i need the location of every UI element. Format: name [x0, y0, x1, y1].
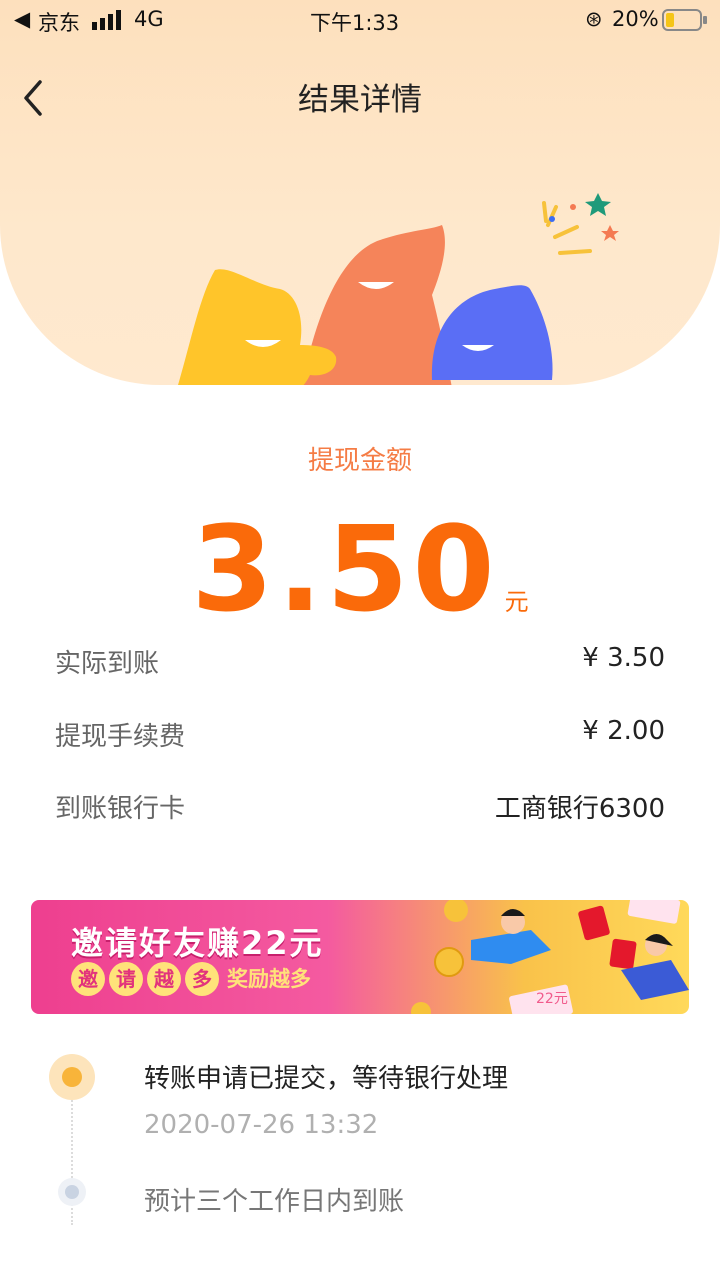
detail-row-actual: 实际到账 ¥ 3.50: [55, 643, 665, 683]
banner-title: 邀请好友赚22元: [71, 924, 324, 962]
mascots-illustration: [178, 193, 619, 385]
detail-label: 提现手续费: [55, 722, 186, 752]
status-time: 下午1:33: [310, 11, 400, 35]
detail-value: ¥ 2.00: [582, 716, 665, 746]
amount-unit: 元: [504, 588, 529, 616]
amount-label: 提现金额: [307, 446, 412, 476]
banner-pill: 越: [147, 962, 181, 996]
status-bar: ◀ 京东 4G 下午1:33 ⊛ 20%: [0, 0, 720, 40]
timeline-step-text: 转账申请已提交，等待银行处理: [144, 1064, 509, 1094]
signal-icon: [92, 10, 121, 30]
page-title: 结果详情: [298, 82, 422, 118]
detail-row-bank: 到账银行卡 工商银行6300: [55, 788, 665, 828]
status-battery-text: 20%: [612, 7, 659, 31]
rotation-lock-icon: ⊛: [585, 7, 603, 31]
timeline-active-dot-core: [62, 1067, 82, 1087]
banner-subtitle: 邀请越多奖励越多: [71, 962, 311, 1002]
banner-ticket-text: 22元: [536, 991, 568, 1007]
banner-pill: 邀: [71, 962, 105, 996]
amount-display: 3.50 元: [0, 500, 720, 638]
timeline-step-time: 2020-07-26 13:32: [144, 1110, 379, 1140]
fireworks-icon: [542, 193, 619, 255]
status-network: 4G: [134, 7, 164, 31]
detail-value: 工商银行6300: [494, 794, 665, 824]
timeline-pending-dot-core: [65, 1185, 79, 1199]
detail-value: ¥ 3.50: [582, 643, 665, 673]
detail-label: 到账银行卡: [55, 794, 186, 824]
banner-sub-text: 奖励越多: [227, 967, 311, 991]
back-to-app-icon[interactable]: ◀: [14, 7, 30, 31]
timeline-step-text: 预计三个工作日内到账: [144, 1187, 405, 1217]
detail-label: 实际到账: [55, 649, 160, 679]
status-carrier: 京东: [38, 11, 80, 35]
hero-header: [0, 0, 720, 385]
banner-pill: 多: [185, 962, 219, 996]
invite-banner[interactable]: 邀请好友赚22元 邀请越多奖励越多 22元: [31, 900, 689, 1014]
banner-pill: 请: [109, 962, 143, 996]
amount-value: 3.50: [191, 500, 499, 638]
detail-row-fee: 提现手续费 ¥ 2.00: [55, 716, 665, 756]
battery-icon: [662, 9, 707, 31]
